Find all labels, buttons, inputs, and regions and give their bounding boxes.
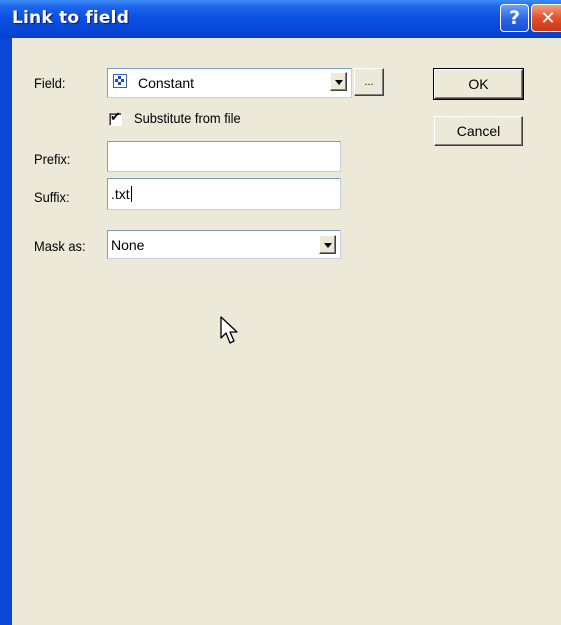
constant-icon <box>113 74 127 88</box>
chevron-down-icon[interactable] <box>319 235 336 254</box>
cancel-button[interactable]: Cancel <box>434 116 523 146</box>
chevron-down-icon[interactable] <box>330 72 347 91</box>
mask-combobox[interactable]: None <box>107 230 341 259</box>
browse-button[interactable]: ... <box>354 68 384 96</box>
field-value: Constant <box>138 75 195 91</box>
close-button[interactable]: ✕ <box>531 4 561 32</box>
text-caret <box>130 186 132 202</box>
help-button[interactable]: ? <box>500 4 529 32</box>
field-combobox[interactable]: Constant <box>107 68 352 98</box>
substitute-label[interactable]: Substitute from file <box>134 110 241 126</box>
close-icon: ✕ <box>540 7 556 29</box>
cancel-label: Cancel <box>456 123 501 139</box>
mask-value: None <box>111 236 145 253</box>
mask-label: Mask as: <box>34 238 86 254</box>
field-label: Field: <box>34 75 66 91</box>
prefix-input[interactable] <box>107 141 341 172</box>
substitute-checkbox[interactable]: ✔ <box>109 110 122 126</box>
prefix-label: Prefix: <box>34 151 71 167</box>
title-bar[interactable]: Link to field ? ✕ <box>0 0 561 38</box>
mouse-cursor-icon <box>220 316 238 344</box>
link-to-field-dialog: Link to field ? ✕ Field: Constant ... ✔ <box>0 0 561 625</box>
suffix-value: .txt <box>111 186 130 202</box>
suffix-input[interactable]: .txt <box>107 178 341 210</box>
dialog-client-area: Field: Constant ... ✔ Substitute from fi… <box>12 38 561 625</box>
suffix-label: Suffix: <box>34 189 70 205</box>
help-icon: ? <box>508 7 521 29</box>
window-title: Link to field <box>12 8 130 28</box>
browse-label: ... <box>364 76 374 88</box>
checkmark-icon: ✔ <box>110 110 121 125</box>
ok-label: OK <box>468 76 489 92</box>
ok-button[interactable]: OK <box>433 68 524 100</box>
